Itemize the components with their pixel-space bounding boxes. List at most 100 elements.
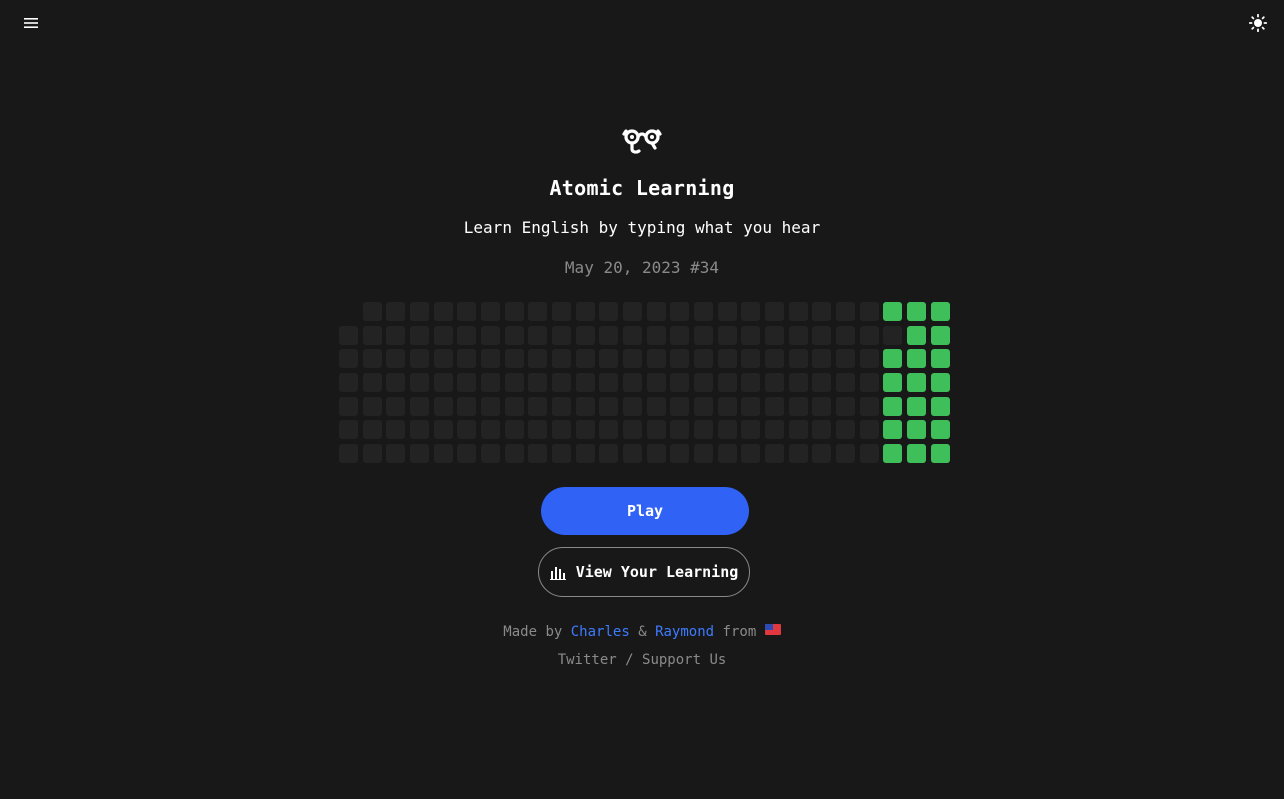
activity-cell [575, 444, 595, 464]
bar-chart-icon [549, 566, 566, 580]
activity-cell [433, 420, 453, 440]
activity-cell [386, 444, 406, 464]
activity-cell [836, 302, 856, 321]
activity-cell [457, 373, 477, 393]
activity-cell [386, 420, 406, 440]
activity-cell [552, 302, 572, 321]
taiwan-flag-icon [764, 624, 781, 635]
activity-cell [670, 325, 690, 345]
menu-button[interactable] [17, 9, 45, 37]
activity-cell-active [907, 349, 927, 369]
activity-cell [646, 420, 666, 440]
activity-cell-active [883, 444, 903, 464]
activity-cell [504, 349, 524, 369]
activity-cell [410, 373, 430, 393]
activity-grid [339, 302, 950, 464]
activity-cell [741, 302, 761, 321]
from-text: from [722, 624, 757, 640]
hamburger-menu-icon [24, 18, 38, 28]
activity-cell [481, 349, 501, 369]
activity-cell [788, 396, 808, 416]
ampersand-text: & [638, 624, 647, 640]
activity-cell [788, 373, 808, 393]
activity-cell [694, 302, 714, 321]
activity-cell [362, 396, 382, 416]
author-link-raymond[interactable]: Raymond [655, 624, 714, 640]
activity-cell-active [930, 373, 950, 393]
activity-cell [741, 420, 761, 440]
activity-cell [812, 444, 832, 464]
activity-cell [646, 444, 666, 464]
activity-cell [859, 325, 879, 345]
links-separator: / [625, 652, 634, 668]
activity-cell [528, 373, 548, 393]
activity-cell [836, 373, 856, 393]
activity-cell [599, 420, 619, 440]
activity-cell [504, 302, 524, 321]
activity-cell [528, 325, 548, 345]
activity-cell [717, 373, 737, 393]
activity-cell [859, 373, 879, 393]
activity-cell [623, 325, 643, 345]
activity-cell [410, 396, 430, 416]
activity-cell [765, 373, 785, 393]
activity-cell [859, 302, 879, 321]
activity-cell [599, 349, 619, 369]
activity-cell [481, 373, 501, 393]
activity-cell [623, 349, 643, 369]
sun-icon [1249, 14, 1267, 32]
activity-cell [670, 302, 690, 321]
activity-cell [504, 325, 524, 345]
twitter-link[interactable]: Twitter [558, 652, 617, 668]
activity-cell [883, 325, 903, 345]
activity-cell [694, 396, 714, 416]
activity-cell [812, 373, 832, 393]
theme-toggle-button[interactable] [1244, 9, 1272, 37]
author-link-charles[interactable]: Charles [571, 624, 630, 640]
view-learning-button[interactable]: View Your Learning [538, 547, 750, 597]
activity-cell [646, 396, 666, 416]
activity-cell [528, 349, 548, 369]
activity-cell [410, 349, 430, 369]
activity-cell [717, 349, 737, 369]
activity-cell [362, 349, 382, 369]
activity-cell [836, 444, 856, 464]
activity-cell [694, 444, 714, 464]
activity-cell [599, 444, 619, 464]
play-button[interactable]: Play [541, 487, 749, 535]
activity-cell [339, 373, 358, 393]
activity-cell [623, 444, 643, 464]
activity-cell [410, 420, 430, 440]
activity-cell [362, 302, 382, 321]
activity-cell [717, 302, 737, 321]
activity-cell [646, 349, 666, 369]
support-us-link[interactable]: Support Us [642, 652, 726, 668]
activity-cell [504, 396, 524, 416]
activity-cell [552, 349, 572, 369]
activity-cell [717, 325, 737, 345]
activity-cell [741, 373, 761, 393]
activity-cell [481, 420, 501, 440]
activity-cell [788, 325, 808, 345]
activity-cell [859, 396, 879, 416]
activity-cell-active [883, 420, 903, 440]
activity-cell [504, 444, 524, 464]
atomic-logo-icon [622, 129, 662, 154]
activity-cell [788, 349, 808, 369]
activity-cell [765, 396, 785, 416]
activity-cell [812, 420, 832, 440]
activity-cell [457, 444, 477, 464]
activity-cell [599, 325, 619, 345]
activity-cell [457, 396, 477, 416]
activity-cell [386, 373, 406, 393]
view-learning-label: View Your Learning [575, 563, 739, 581]
activity-cell [528, 420, 548, 440]
activity-cell [481, 396, 501, 416]
footer-links: Twitter / Support Us [0, 652, 1284, 668]
activity-cell [717, 420, 737, 440]
activity-cell [788, 302, 808, 321]
activity-cell [457, 420, 477, 440]
activity-cell [528, 444, 548, 464]
activity-cell-active [930, 349, 950, 369]
activity-cell [765, 444, 785, 464]
